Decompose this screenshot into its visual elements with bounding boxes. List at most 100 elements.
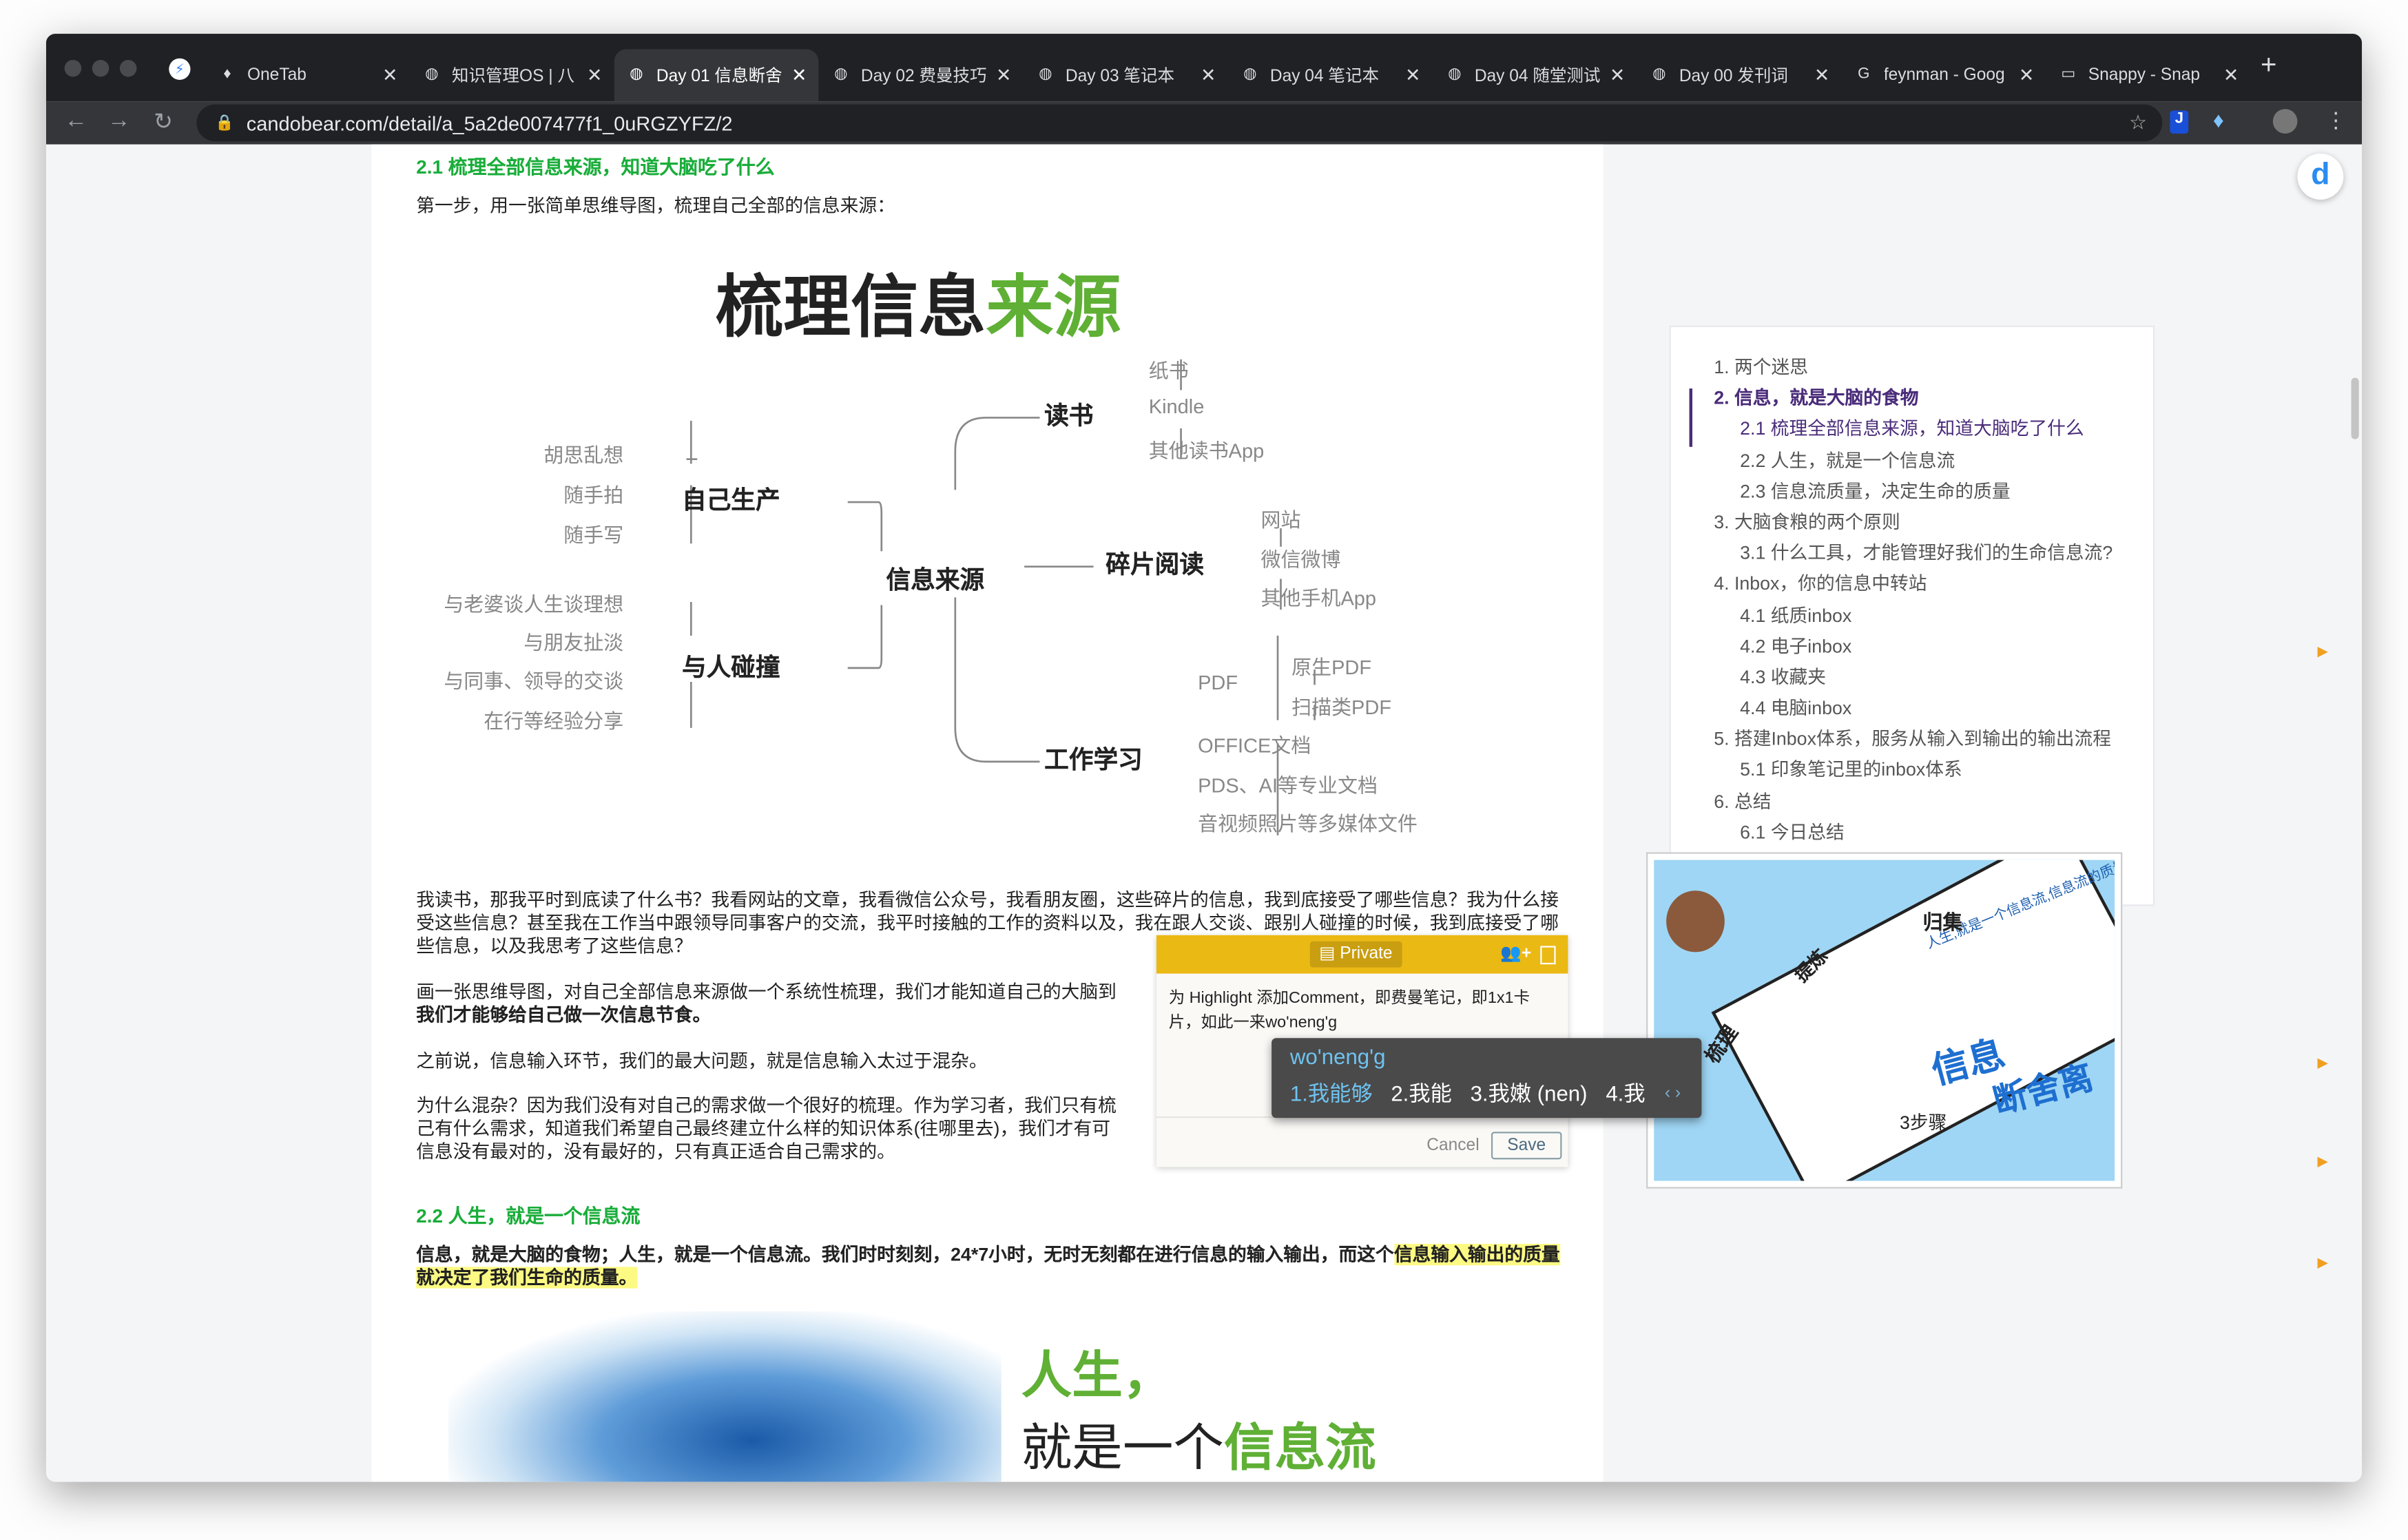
- table-of-contents: 1. 两个迷思 2. 信息，就是大脑的食物 2.1 梳理全部信息来源，知道大脑吃了什…: [1669, 325, 2155, 906]
- toc-item[interactable]: 5.1 印象笔记里的inbox体系: [1671, 755, 2153, 786]
- poster-canvas: 人生,就是一个信息流,信息流的质量决定生命的质量 梳理 提炼 归集 信息 断舍离…: [1654, 860, 2115, 1181]
- toc-item[interactable]: 5. 搭建Inbox体系，服务从输入到输出的输出流程: [1671, 724, 2153, 755]
- toc-item[interactable]: 6.1 今日总结: [1671, 817, 2153, 848]
- highlighted-text[interactable]: 信息输入输: [1393, 1243, 1486, 1266]
- annotation-marker-icon[interactable]: ▶: [2317, 1153, 2327, 1170]
- cancel-button[interactable]: Cancel: [1426, 1136, 1479, 1155]
- banner-line2-green: 信息流: [1223, 1419, 1376, 1476]
- tab-close-icon[interactable]: ✕: [2019, 65, 2034, 86]
- expand-icon[interactable]: [1540, 946, 1556, 965]
- ime-page-arrows-icon[interactable]: ‹ ›: [1665, 1084, 1681, 1103]
- tab[interactable]: ▭ Snappy - Snap ✕: [2047, 49, 2252, 101]
- mindmap-leaf: 随手写: [563, 523, 624, 547]
- back-button[interactable]: ←: [65, 107, 87, 134]
- mindmap-leaf: 其他手机App: [1260, 586, 1377, 610]
- mindmap-leaf: 网站: [1260, 508, 1301, 532]
- minimize-window-button[interactable]: [92, 59, 110, 77]
- paragraph-5: 信息，就是大脑的食物；人生，就是一个信息流。我们时时刻刻，24*7小时，无时无刻…: [416, 1243, 1565, 1290]
- scrollbar-thumb[interactable]: [2351, 377, 2359, 439]
- paragraph-4-line: 为什么混杂？因为我们没有对自己的需求做一个很好的梳理。作为学习者，我们只有梳: [416, 1094, 1117, 1116]
- menu-kebab-icon[interactable]: ⋮: [2325, 107, 2347, 134]
- url-text: candobear.com/detail/a_5a2de007477f1_0uR…: [246, 111, 733, 135]
- toc-item[interactable]: 4.2 电子inbox: [1671, 631, 2153, 662]
- tab-close-icon[interactable]: ✕: [1201, 65, 1216, 86]
- tab[interactable]: ◍ Day 01 信息断舍 ✕: [614, 49, 820, 102]
- mindmap-leaf: PDS、AI等专业文档: [1198, 773, 1378, 798]
- tab-close-icon[interactable]: ✕: [382, 65, 397, 86]
- share-user-icon[interactable]: 👥+: [1500, 943, 1531, 963]
- water-splash-image: [448, 1311, 1001, 1482]
- snappy-icon: ▭: [2061, 65, 2076, 83]
- page-content: 2.1 梳理全部信息来源，知道大脑吃了什么 第一步，用一张简单思维导图，梳理自己…: [46, 144, 2362, 1482]
- annotation-marker-icon[interactable]: ▶: [2317, 1055, 2327, 1072]
- tab-close-icon[interactable]: ✕: [1610, 65, 1625, 86]
- bookmark-star-icon[interactable]: ☆: [2129, 111, 2147, 136]
- mindmap-work: 工作学习: [1044, 747, 1143, 774]
- extension-gem-icon[interactable]: ♦: [2213, 107, 2224, 132]
- toc-item[interactable]: 2.3 信息流质量，决定生命的质量: [1671, 476, 2153, 507]
- private-toggle[interactable]: ▤ Private: [1309, 941, 1402, 968]
- mindmap-leaf: 扫描类PDF: [1291, 696, 1392, 719]
- tab-close-icon[interactable]: ✕: [587, 65, 602, 86]
- ime-candidate[interactable]: 4.我: [1606, 1078, 1645, 1109]
- toolbar: ← → ↻ 🔒 candobear.com/detail/a_5a2de0074…: [45, 101, 2363, 145]
- extension-d-button[interactable]: d: [2297, 153, 2344, 200]
- tab-close-icon[interactable]: ✕: [2223, 65, 2239, 86]
- toc-item[interactable]: 4.1 纸质inbox: [1671, 600, 2153, 631]
- tab-close-icon[interactable]: ✕: [996, 65, 1011, 86]
- tab[interactable]: ◍ Day 03 笔记本 ✕: [1024, 49, 1229, 101]
- paragraph-4-line: 己有什么需求，知道我们希望自己最终建立什么样的知识体系(往哪里去)，我们才有可: [416, 1118, 1111, 1140]
- mindmap-leaf: 与同事、领导的交谈: [444, 669, 624, 693]
- site-icon: ◍: [1039, 65, 1052, 83]
- paragraph-2-text: 画一张思维导图，对自己全部信息来源做一个系统性梳理，我们才能知道自己的大脑到: [416, 981, 1117, 1003]
- poster-label: 归集: [1922, 911, 1963, 934]
- mindmap-leaf: 胡思乱想: [543, 444, 624, 467]
- toc-item[interactable]: 4.4 电脑inbox: [1671, 693, 2153, 724]
- tab-close-icon[interactable]: ✕: [1814, 65, 1829, 86]
- poster-image[interactable]: 人生,就是一个信息流,信息流的质量决定生命的质量 梳理 提炼 归集 信息 断舍离…: [1646, 852, 2123, 1189]
- toc-item[interactable]: 3.1 什么工具，才能管理好我们的生命信息流?: [1671, 538, 2153, 569]
- toc-item[interactable]: 2.2 人生，就是一个信息流: [1671, 445, 2153, 476]
- toc-item[interactable]: 1. 两个迷思: [1671, 352, 2153, 383]
- bear-illustration: [1666, 891, 1725, 953]
- toc-item[interactable]: 6. 总结: [1671, 786, 2153, 817]
- tab[interactable]: ◍ Day 04 随堂测试 ✕: [1433, 49, 1638, 101]
- annotation-marker-icon[interactable]: ▶: [2317, 1255, 2327, 1272]
- tab[interactable]: ◍ Day 00 发刊词 ✕: [1638, 49, 1843, 101]
- extension-pinned-icon[interactable]: ⚡: [169, 58, 191, 80]
- forward-button[interactable]: →: [107, 107, 130, 134]
- annotation-marker-icon[interactable]: ▶: [2317, 643, 2327, 660]
- tab[interactable]: ◍ 知识管理OS | 八 ✕: [411, 49, 615, 101]
- profile-avatar[interactable]: [2272, 109, 2298, 134]
- toc-item[interactable]: 4.3 收藏夹: [1671, 662, 2153, 693]
- toc-item[interactable]: 2. 信息，就是大脑的食物: [1671, 383, 2153, 414]
- new-tab-button[interactable]: +: [2261, 49, 2276, 81]
- tab[interactable]: Gfeynman - Goog ✕: [1843, 49, 2047, 101]
- toc-item[interactable]: 4. Inbox，你的信息中转站: [1671, 569, 2153, 600]
- save-button[interactable]: Save: [1491, 1132, 1562, 1160]
- tab-title: OneTab: [247, 65, 307, 85]
- tab-title: Day 04 随堂测试: [1474, 67, 1601, 86]
- tab[interactable]: ♦ OneTab ✕: [206, 49, 411, 101]
- mindmap-leaf: 随手拍: [563, 483, 624, 507]
- close-window-button[interactable]: [64, 59, 82, 77]
- ime-candidate[interactable]: 3.我嫩 (nen): [1471, 1078, 1588, 1109]
- tab-title: Day 02 费曼技巧: [860, 67, 987, 86]
- tab-close-icon[interactable]: ✕: [791, 65, 807, 86]
- maximize-window-button[interactable]: [119, 59, 137, 77]
- extension-j-icon[interactable]: J: [2170, 110, 2189, 134]
- ime-candidate[interactable]: 2.我能: [1391, 1078, 1451, 1109]
- address-bar[interactable]: 🔒 candobear.com/detail/a_5a2de007477f1_0…: [196, 104, 2163, 142]
- mindmap-center: 信息来源: [886, 568, 985, 594]
- mindmap-leaf: 在行等经验分享: [484, 709, 624, 733]
- tab[interactable]: ◍ Day 02 费曼技巧 ✕: [820, 49, 1024, 101]
- mindmap-image: 梳理信息来源 信息来源 读书 纸书 Kindle 其他读书App 自己生产 胡思…: [372, 221, 1603, 882]
- tab-close-icon[interactable]: ✕: [1405, 65, 1420, 86]
- google-icon: G: [1858, 65, 1870, 83]
- toc-item[interactable]: 3. 大脑食粮的两个原则: [1671, 507, 2153, 538]
- ime-candidate[interactable]: 1.我能够: [1290, 1078, 1373, 1109]
- reload-button[interactable]: ↻: [154, 107, 173, 135]
- toc-item[interactable]: 2.1 梳理全部信息来源，知道大脑吃了什么: [1671, 414, 2153, 445]
- tab[interactable]: ◍ Day 04 笔记本 ✕: [1229, 49, 1433, 101]
- comment-textarea[interactable]: 为 Highlight 添加Comment，即费曼笔记，即1x1卡片，如此一来w…: [1169, 986, 1556, 1034]
